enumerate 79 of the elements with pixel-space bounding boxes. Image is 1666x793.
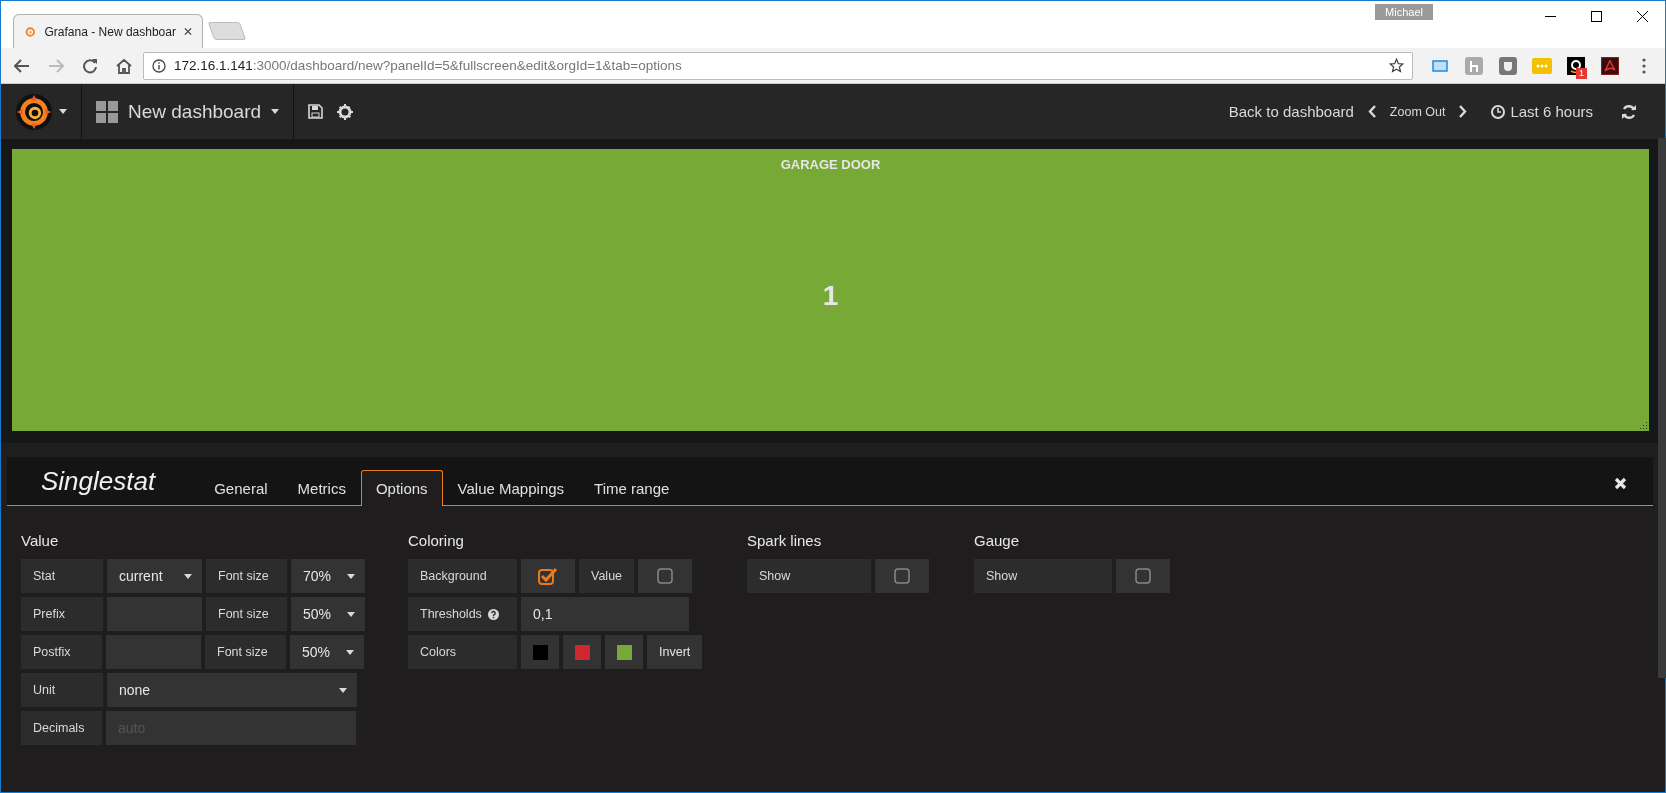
field-label: Show: [974, 559, 1112, 593]
caret-icon: [347, 573, 355, 579]
empty-box-icon: [657, 568, 673, 584]
field-label: Decimals: [21, 711, 102, 745]
editor-title: Singlestat: [41, 465, 156, 497]
zoom-out-button[interactable]: Zoom Out: [1389, 104, 1446, 119]
checkmark-icon: [538, 567, 558, 585]
editor-tab[interactable]: Time range: [579, 470, 685, 506]
caret-icon: [184, 573, 192, 579]
invert-button[interactable]: Invert: [647, 635, 703, 669]
spiral-logo-icon[interactable]: [15, 92, 53, 131]
close-icon[interactable]: [1636, 10, 1648, 22]
field-label: Postfix: [21, 635, 102, 669]
browser-tab[interactable]: Grafana - New dashboar: [13, 14, 203, 48]
editor-tab[interactable]: Options: [360, 470, 443, 506]
settings-icon[interactable]: [337, 103, 354, 120]
editor-tab[interactable]: Value Mappings: [442, 470, 580, 506]
info-icon[interactable]: [152, 58, 166, 73]
checkbox[interactable]: [638, 559, 692, 593]
checkbox[interactable]: [521, 559, 575, 593]
editor-tab[interactable]: Metrics: [282, 470, 361, 506]
empty-box-icon: [1135, 568, 1151, 584]
field-label: Font size: [206, 559, 287, 593]
reload-icon[interactable]: [82, 57, 98, 74]
close-icon[interactable]: [183, 27, 192, 36]
field-label: Value: [579, 559, 634, 593]
field-label: Show: [747, 559, 871, 593]
help-icon[interactable]: [487, 608, 499, 620]
chevron-right-icon[interactable]: [1459, 105, 1468, 118]
field-label: Thresholds: [408, 597, 517, 631]
color-picker[interactable]: [605, 635, 643, 669]
field-label: Font size: [205, 635, 286, 669]
panel-title: GARAGE DOOR: [780, 157, 881, 172]
select-field[interactable]: none: [107, 673, 357, 707]
dashboard-title[interactable]: New dashboard: [128, 100, 262, 123]
section-heading: Gauge: [974, 532, 1021, 549]
field-label: Unit: [21, 673, 103, 707]
section-heading: Spark lines: [747, 532, 823, 549]
input-field[interactable]: 0,1: [521, 597, 689, 631]
scrollbar[interactable]: [1658, 138, 1666, 678]
time-range-picker[interactable]: Last 6 hours: [1510, 103, 1593, 120]
notification-badge: 1: [1576, 67, 1587, 79]
stat-value: 1: [822, 280, 839, 312]
back-icon[interactable]: [14, 58, 30, 73]
empty-box-icon: [894, 568, 910, 584]
section-heading: Value: [21, 532, 60, 549]
minimize-icon[interactable]: [1544, 15, 1556, 17]
caret-icon: [347, 611, 355, 617]
spiral-favicon-icon: [24, 24, 37, 39]
back-to-dashboard-link[interactable]: Back to dashboard: [1228, 103, 1354, 120]
grid-icon: [96, 100, 118, 123]
caret-icon: [271, 109, 280, 114]
checkbox[interactable]: [875, 559, 929, 593]
color-picker[interactable]: [563, 635, 601, 669]
refresh-icon[interactable]: [1621, 103, 1637, 120]
star-icon[interactable]: [1389, 58, 1404, 73]
field-label: Font size: [206, 597, 287, 631]
select-field[interactable]: current: [107, 559, 202, 593]
chevron-left-icon[interactable]: [1367, 105, 1376, 118]
field-label: Background: [408, 559, 517, 593]
save-icon[interactable]: [308, 104, 324, 119]
color-picker[interactable]: [521, 635, 559, 669]
field-label: Colors: [408, 635, 517, 669]
caret-icon: [59, 109, 67, 114]
maximize-icon[interactable]: [1590, 10, 1602, 22]
checkbox[interactable]: [1116, 559, 1170, 593]
resize-handle-icon[interactable]: [1639, 421, 1648, 430]
field-label: Prefix: [21, 597, 103, 631]
clock-icon: [1491, 104, 1506, 119]
section-heading: Coloring: [408, 532, 465, 549]
editor-tab[interactable]: General: [199, 470, 283, 506]
caret-icon: [339, 687, 347, 693]
select-field[interactable]: 50%: [290, 635, 364, 669]
select-field[interactable]: 70%: [291, 559, 365, 593]
select-field[interactable]: 50%: [291, 597, 365, 631]
field-label: Stat: [21, 559, 103, 593]
address-bar[interactable]: 172.16.1.141:3000/dashboard/new?panelId=5&fullscreen&edit&orgId=1&tab=options: [143, 51, 1413, 80]
caret-icon: [346, 649, 354, 655]
home-icon[interactable]: [116, 57, 132, 74]
